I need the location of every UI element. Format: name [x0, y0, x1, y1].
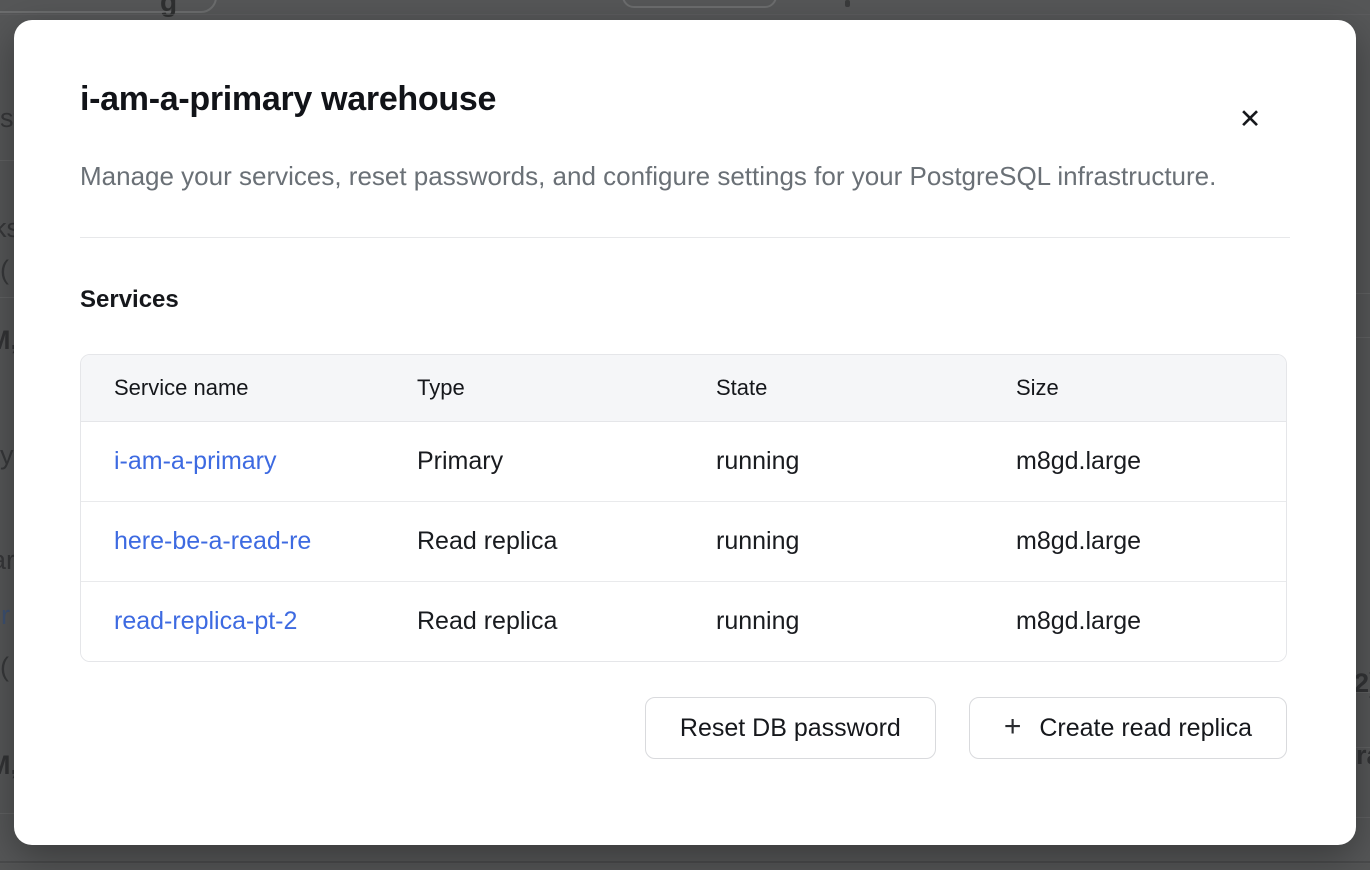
background-text-fragment: y [0, 440, 14, 470]
column-header-type: Type [384, 375, 683, 401]
service-size: m8gd.large [983, 607, 1286, 636]
reset-db-password-label: Reset DB password [680, 714, 901, 743]
create-read-replica-label: Create read replica [1039, 714, 1252, 743]
column-header-state: State [683, 375, 983, 401]
background-text-fragment: ( [0, 255, 9, 285]
service-name-link[interactable]: read-replica-pt-2 [114, 607, 297, 636]
service-name-link[interactable]: i-am-a-primary [114, 447, 277, 476]
service-state: running [683, 447, 983, 476]
background-text-fragment: ( [0, 652, 9, 682]
service-type: Primary [384, 447, 683, 476]
services-table: Service name Type State Size i-am-a-prim… [80, 354, 1287, 662]
background-band [0, 864, 1370, 870]
plus-icon: + [1004, 712, 1022, 742]
reset-db-password-button[interactable]: Reset DB password [645, 697, 936, 759]
background-divider [0, 813, 14, 814]
background-divider [0, 160, 14, 161]
table-row: here-be-a-read-re Read replica running m… [81, 501, 1286, 581]
service-state: running [683, 607, 983, 636]
create-read-replica-button[interactable]: + Create read replica [969, 697, 1287, 759]
background-divider [1356, 337, 1370, 338]
background-divider [1356, 747, 1370, 748]
screen: g st ks ( M, y ar ir ( M, 2) ra i-am-a-p… [0, 0, 1370, 870]
column-header-service-name: Service name [81, 375, 384, 401]
modal-title: i-am-a-primary warehouse [80, 80, 1290, 119]
modal-description: Manage your services, reset passwords, a… [80, 155, 1230, 197]
background-button-outline [0, 0, 217, 13]
background-divider [0, 861, 1370, 863]
service-state: running [683, 527, 983, 556]
background-text-fragment: ra [1356, 740, 1370, 770]
background-divider [1356, 293, 1370, 294]
background-divider [1356, 692, 1370, 693]
service-type: Read replica [384, 527, 683, 556]
modal-actions: Reset DB password + Create read replica [80, 697, 1287, 759]
background-button-outline [622, 0, 777, 8]
service-size: m8gd.large [983, 447, 1286, 476]
table-header-row: Service name Type State Size [81, 355, 1286, 421]
background-divider [1356, 817, 1370, 818]
service-type: Read replica [384, 607, 683, 636]
service-size: m8gd.large [983, 527, 1286, 556]
close-icon: ✕ [1239, 104, 1262, 135]
divider [80, 237, 1290, 238]
service-name-link[interactable]: here-be-a-read-re [114, 527, 311, 556]
table-row: read-replica-pt-2 Read replica running m… [81, 581, 1286, 661]
background-icon-fragment [845, 0, 850, 7]
close-button[interactable]: ✕ [1230, 100, 1270, 140]
background-text-fragment: ar [0, 545, 15, 575]
background-text-fragment: g [160, 0, 177, 18]
table-row: i-am-a-primary Primary running m8gd.larg… [81, 421, 1286, 501]
background-divider [0, 297, 14, 298]
warehouse-modal: i-am-a-primary warehouse ✕ Manage your s… [14, 20, 1356, 845]
background-link-fragment: ir [0, 600, 10, 630]
background-text-fragment: 2) [1354, 668, 1370, 698]
column-header-size: Size [983, 375, 1286, 401]
services-heading: Services [80, 286, 1290, 314]
background-divider [0, 14, 1370, 15]
